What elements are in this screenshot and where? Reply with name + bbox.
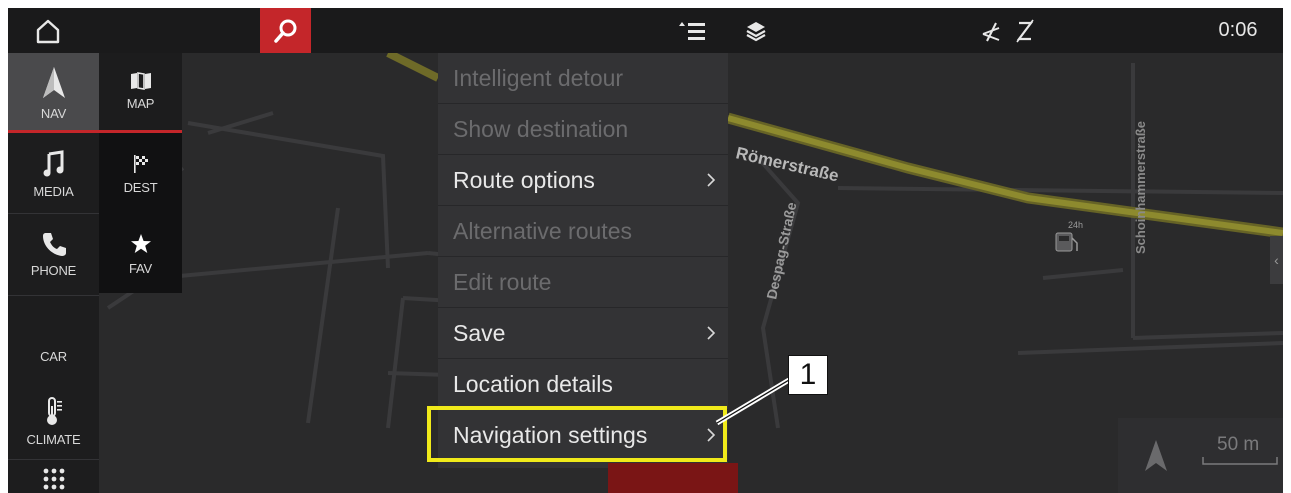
sidebar-item-label: MAP: [126, 96, 155, 111]
menu-item-label: Show destination: [453, 115, 629, 142]
poi-24h-label: 24h: [1068, 220, 1083, 230]
menu-item-route-options[interactable]: Route options: [438, 155, 728, 206]
clock: 0:06: [1218, 19, 1258, 41]
street-label-schoinhammerstrasse: Schoinhammerstraße: [1133, 121, 1148, 254]
callout-highlight-box: [427, 406, 727, 462]
sidebar-item-car[interactable]: CAR: [8, 323, 99, 383]
apps-grid-icon: [43, 468, 64, 490]
side-panel-handle[interactable]: ‹: [1270, 236, 1283, 284]
menu-item-label: Edit route: [453, 268, 552, 295]
mute-icon: [982, 22, 1000, 41]
checkered-flag-icon: [133, 154, 148, 173]
layers-icon: [746, 21, 766, 41]
sidebar-item-label: CLIMATE: [26, 431, 81, 447]
main-sidebar: NAV MEDIA PHONE CAR CLIMATE: [8, 53, 99, 493]
sidebar-item-dest[interactable]: DEST: [99, 135, 182, 213]
nav-sub-sidebar: MAP DEST FAV: [99, 53, 182, 293]
sidebar-item-nav[interactable]: NAV: [8, 53, 99, 133]
navigation-arrow-icon: [42, 66, 65, 98]
music-note-icon: [43, 149, 63, 176]
menu-item-alternative-routes: Alternative routes: [438, 206, 728, 257]
menu-item-show-destination: Show destination: [438, 104, 728, 155]
sidebar-item-phone[interactable]: PHONE: [8, 215, 99, 293]
sidebar-item-media[interactable]: MEDIA: [8, 135, 99, 213]
sidebar-item-label: CAR: [40, 348, 67, 364]
menu-item-intelligent-detour: Intelligent detour: [438, 53, 728, 104]
sidebar-item-apps[interactable]: [8, 461, 99, 493]
sidebar-item-label: NAV: [40, 105, 67, 121]
home-button[interactable]: [23, 8, 73, 53]
status-bar: 0:06: [8, 8, 1283, 53]
bottom-indicator: [608, 463, 738, 493]
pen-off-status: [1010, 8, 1040, 53]
search-icon: [273, 19, 296, 43]
compass-arrow-icon: [1144, 439, 1167, 471]
callout-number: 1: [788, 355, 828, 395]
menu-list-icon: [679, 21, 705, 40]
menu-item-label: Intelligent detour: [453, 64, 624, 91]
sidebar-item-label: PHONE: [30, 262, 77, 278]
sidebar-item-label: MEDIA: [33, 183, 74, 199]
chevron-right-icon: [706, 155, 716, 205]
menu-item-location-details[interactable]: Location details: [438, 359, 728, 410]
map-book-icon: [130, 72, 151, 90]
chevron-right-icon: [706, 308, 716, 358]
layers-button[interactable]: [738, 8, 774, 53]
map-scale: 50 m: [1193, 418, 1283, 493]
phone-icon: [42, 232, 66, 256]
sidebar-item-fav[interactable]: FAV: [99, 215, 182, 293]
sidebar-item-map[interactable]: MAP: [99, 53, 182, 133]
menu-item-label: Alternative routes: [453, 217, 632, 244]
thermometer-icon: [46, 396, 62, 425]
scale-label: 50 m: [1217, 434, 1260, 455]
menu-list-button[interactable]: [670, 8, 714, 53]
sidebar-item-climate[interactable]: CLIMATE: [8, 385, 99, 457]
menu-item-label: Route options: [453, 166, 595, 193]
menu-item-edit-route: Edit route: [438, 257, 728, 308]
menu-item-save[interactable]: Save: [438, 308, 728, 359]
star-icon: [130, 233, 151, 253]
pen-off-icon: [1016, 19, 1034, 42]
sidebar-item-label: FAV: [128, 260, 152, 276]
menu-item-label: Save: [453, 319, 506, 346]
sidebar-item-label: DEST: [123, 179, 158, 195]
home-icon: [36, 19, 60, 43]
compass-button[interactable]: [1118, 418, 1193, 493]
menu-item-label: Location details: [453, 370, 613, 397]
mute-status: [975, 8, 1007, 53]
search-button[interactable]: [260, 8, 311, 53]
